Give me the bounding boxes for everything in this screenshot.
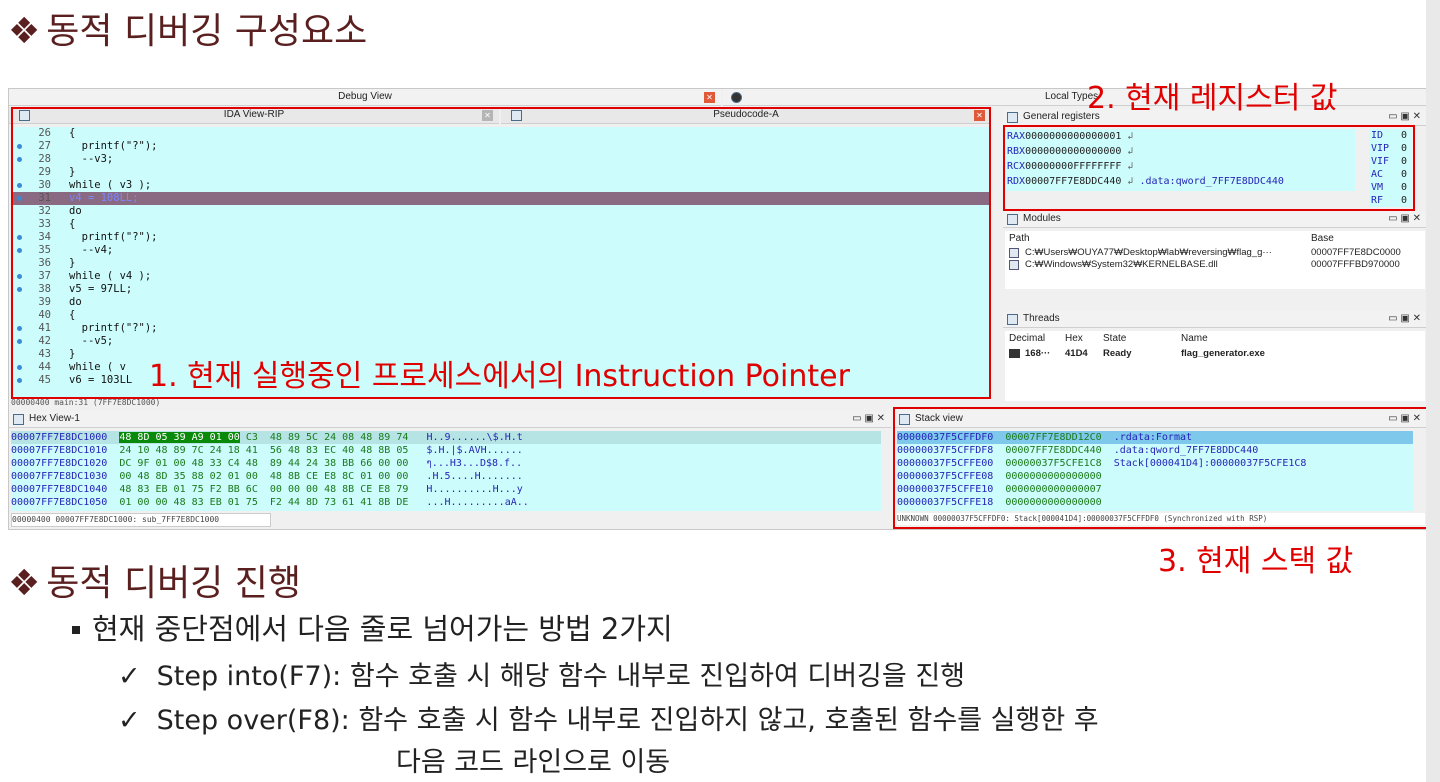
module-icon bbox=[1009, 248, 1019, 258]
hex-row[interactable]: 00007FF7E8DC1040 48 83 EB 01 75 F2 BB 6C… bbox=[11, 483, 881, 496]
module-icon bbox=[1009, 260, 1019, 270]
stack-highlight-box bbox=[893, 407, 1431, 529]
threads-icon bbox=[1007, 314, 1018, 325]
hex-address: 00007FF7E8DC1010 bbox=[11, 445, 108, 456]
diamond-bullet-icon: ❖ bbox=[8, 563, 41, 604]
hex-bytes: C3 48 89 5C 24 08 48 89 74 bbox=[245, 432, 409, 443]
hex-ascii: H..9......\$.H.t bbox=[426, 432, 523, 443]
hex-bytes: 24 10 48 89 7C 24 18 41 56 48 83 EC 40 4… bbox=[119, 445, 409, 456]
hex-ascii: H..........H...y bbox=[426, 484, 523, 495]
section-heading-progress: ❖ 동적 디버깅 진행 bbox=[8, 554, 301, 606]
modules-panel[interactable]: Path Base C:₩Users₩OUYA77₩Desktop₩lab₩re… bbox=[1005, 231, 1425, 289]
col-path: Path bbox=[1009, 233, 1030, 244]
hex-row[interactable]: 00007FF7E8DC1030 00 48 8D 35 88 02 01 00… bbox=[11, 470, 881, 483]
window-controls[interactable]: ▭ ▣ ✕ bbox=[1388, 109, 1421, 125]
modules-list: C:₩Users₩OUYA77₩Desktop₩lab₩reversing₩fl… bbox=[1005, 247, 1425, 271]
annotation-stack: 3. 현재 스택 값 bbox=[1158, 544, 1354, 579]
col-name: Name bbox=[1181, 333, 1208, 344]
heading-text: 동적 디버깅 구성요소 bbox=[46, 11, 368, 52]
thread-state: Ready bbox=[1103, 348, 1132, 359]
bullet-text: 현재 중단점에서 다음 줄로 넘어가는 방법 2가지 bbox=[92, 612, 673, 646]
hex-bytes: 01 00 00 48 83 EB 01 75 F2 44 8D 73 61 4… bbox=[119, 497, 409, 508]
hex-address: 00007FF7E8DC1040 bbox=[11, 484, 108, 495]
module-path: C:₩Users₩OUYA77₩Desktop₩lab₩reversing₩fl… bbox=[1025, 247, 1272, 258]
check-text: Step into(F7): 함수 호출 시 해당 함수 내부로 진입하여 디버… bbox=[156, 661, 965, 692]
check-icon: ✓ bbox=[118, 705, 141, 736]
module-base: 00007FFFBD970000 bbox=[1311, 259, 1400, 270]
local-types-icon bbox=[731, 92, 742, 103]
module-row[interactable]: C:₩Windows₩System32₩KERNELBASE.dll 00007F… bbox=[1005, 259, 1425, 271]
module-row[interactable]: C:₩Users₩OUYA77₩Desktop₩lab₩reversing₩fl… bbox=[1005, 247, 1425, 259]
hex-ascii: $.H.|$.AVH...... bbox=[426, 445, 523, 456]
modules-header: Path Base bbox=[1005, 231, 1425, 247]
thread-row[interactable]: 168··· 41D4 Ready flag_generator.exe bbox=[1005, 347, 1425, 361]
hex-bytes: 00 48 8D 35 88 02 01 00 48 8B CE E8 8C 0… bbox=[119, 471, 409, 482]
col-decimal: Decimal bbox=[1009, 333, 1046, 344]
section-heading-components: ❖ 동적 디버깅 구성요소 bbox=[8, 2, 367, 54]
col-base: Base bbox=[1311, 233, 1334, 244]
hex-bytes: DC 9F 01 00 48 33 C4 48 89 44 24 38 BB 6… bbox=[119, 458, 409, 469]
close-icon[interactable]: ✕ bbox=[704, 92, 715, 103]
hex-ascii: ๆ...H3...D$8.f.. bbox=[426, 458, 523, 469]
thread-hex: 41D4 bbox=[1065, 348, 1088, 359]
hex-address: 00007FF7E8DC1020 bbox=[11, 458, 108, 469]
check-text: Step over(F8): 함수 호출 시 함수 내부로 진입하지 않고, 호… bbox=[156, 705, 1099, 736]
window-controls[interactable]: ▭ ▣ ✕ bbox=[852, 411, 885, 427]
check-icon: ✓ bbox=[118, 661, 141, 692]
col-state: State bbox=[1103, 333, 1127, 344]
threads-title: Threads bbox=[1023, 313, 1060, 324]
modules-icon bbox=[1007, 214, 1018, 225]
hex-address: 00007FF7E8DC1000 bbox=[11, 432, 108, 443]
hex-bytes: 48 83 EB 01 75 F2 BB 6C 00 00 00 48 8B C… bbox=[119, 484, 409, 495]
hex-view-titlebar[interactable]: Hex View-1 ▭ ▣ ✕ bbox=[9, 411, 891, 428]
thread-icon bbox=[1009, 349, 1020, 358]
page-scrollbar[interactable] bbox=[1426, 0, 1440, 782]
hex-address: 00007FF7E8DC1050 bbox=[11, 497, 108, 508]
hex-row[interactable]: 00007FF7E8DC1020 DC 9F 01 00 48 33 C4 48… bbox=[11, 457, 881, 470]
check-step-over: ✓ Step over(F8): 함수 호출 시 함수 내부로 진입하지 않고, … bbox=[118, 698, 1099, 737]
ida-debugger-screenshot: Debug View ✕ Local Types IDA View-RIP ✕ … bbox=[8, 81, 1431, 530]
registers-highlight-box bbox=[1003, 125, 1415, 211]
hex-view-icon bbox=[13, 414, 24, 425]
check-step-over-continued: 다음 코드 라인으로 이동 bbox=[396, 747, 671, 778]
hex-address: 00007FF7E8DC1030 bbox=[11, 471, 108, 482]
hex-view-title: Hex View-1 bbox=[29, 413, 80, 424]
modules-title: Modules bbox=[1023, 213, 1061, 224]
debug-view-title: Debug View bbox=[338, 91, 392, 102]
hex-status-bar: 00000400 00007FF7E8DC1000: sub_7FF7E8DC1… bbox=[11, 513, 271, 527]
bullet-step-methods: 현재 중단점에서 다음 줄로 넘어가는 방법 2가지 bbox=[72, 606, 673, 648]
threads-list: 168··· 41D4 Ready flag_generator.exe bbox=[1005, 347, 1425, 361]
hex-dump[interactable]: 00007FF7E8DC1000 48 8D 05 39 A9 01 00 C3… bbox=[11, 431, 881, 511]
registers-icon bbox=[1007, 112, 1018, 123]
window-controls[interactable]: ▭ ▣ ✕ bbox=[1388, 211, 1421, 227]
hex-row[interactable]: 00007FF7E8DC1000 48 8D 05 39 A9 01 00 C3… bbox=[11, 431, 881, 444]
square-bullet-icon bbox=[72, 626, 80, 634]
threads-titlebar[interactable]: Threads ▭ ▣ ✕ bbox=[1003, 311, 1427, 328]
window-controls[interactable]: ▭ ▣ ✕ bbox=[1388, 311, 1421, 327]
annotation-instruction-pointer: 1. 현재 실행중인 프로세스에서의 Instruction Pointer bbox=[149, 359, 850, 394]
diamond-bullet-icon: ❖ bbox=[8, 11, 41, 52]
modules-titlebar[interactable]: Modules ▭ ▣ ✕ bbox=[1003, 211, 1427, 228]
hex-bytes-selected: 48 8D 05 39 A9 01 00 bbox=[119, 432, 240, 443]
debug-view-titlebar[interactable]: Debug View ✕ bbox=[9, 89, 721, 106]
thread-decimal: 168··· bbox=[1025, 348, 1051, 359]
thread-name: flag_generator.exe bbox=[1181, 348, 1265, 359]
heading-text: 동적 디버깅 진행 bbox=[46, 563, 302, 604]
hex-row[interactable]: 00007FF7E8DC1010 24 10 48 89 7C 24 18 41… bbox=[11, 444, 881, 457]
threads-header: Decimal Hex State Name bbox=[1005, 331, 1425, 347]
hex-row[interactable]: 00007FF7E8DC1050 01 00 00 48 83 EB 01 75… bbox=[11, 496, 881, 509]
annotation-registers: 2. 현재 레지스터 값 bbox=[1087, 81, 1338, 116]
check-step-into: ✓ Step into(F7): 함수 호출 시 해당 함수 내부로 진입하여 디… bbox=[118, 654, 965, 693]
module-base: 00007FF7E8DC0000 bbox=[1311, 247, 1401, 258]
hex-ascii: .H.5....H....... bbox=[426, 471, 523, 482]
col-hex: Hex bbox=[1065, 333, 1083, 344]
module-path: C:₩Windows₩System32₩KERNELBASE.dll bbox=[1025, 259, 1218, 270]
hex-ascii: ...H.........aA.. bbox=[426, 497, 529, 508]
threads-panel[interactable]: Decimal Hex State Name 168··· 41D4 Ready fl… bbox=[1005, 331, 1425, 401]
